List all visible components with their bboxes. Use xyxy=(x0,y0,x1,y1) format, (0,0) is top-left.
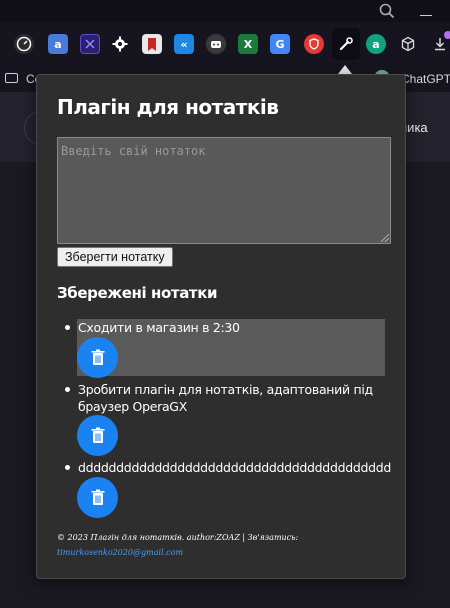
note-text: dddddddddddddddddddddddddddddddddddddddd… xyxy=(78,460,392,475)
excel-icon[interactable]: X xyxy=(238,34,258,54)
note-text: Зробити плагін для нотатків, адаптований… xyxy=(78,382,373,414)
double-chevron-icon[interactable]: « xyxy=(174,34,194,54)
note-text: Сходити в магазин в 2:30 xyxy=(78,320,240,335)
trash-icon xyxy=(91,489,104,505)
list-item: Зробити плагін для нотатків, адаптований… xyxy=(65,381,385,415)
list-item: Сходити в магазин в 2:30 xyxy=(65,319,385,376)
chatgpt-icon[interactable]: a xyxy=(366,34,386,54)
popup-title: Плагін для нотатків xyxy=(57,95,279,119)
bullet xyxy=(65,465,70,470)
footer-text: © 2023 Плагін для нотатків. author:ZOAZ … xyxy=(57,533,299,542)
bullet xyxy=(65,387,70,392)
delete-note-button[interactable] xyxy=(77,477,118,518)
shield-icon[interactable] xyxy=(304,34,324,54)
save-note-button[interactable]: Зберегти нотатку xyxy=(57,247,173,267)
notes-popup: Плагін для нотатків Зберегти нотатку Збе… xyxy=(36,74,406,579)
list-item: dddddddddddddddddddddddddddddddddddddddd… xyxy=(65,459,392,476)
bookmark-label[interactable]: ChatGPT xyxy=(401,72,450,86)
browser-title-bar xyxy=(0,0,450,22)
bookmark-icon[interactable] xyxy=(142,34,162,54)
folder-icon xyxy=(5,73,18,83)
resize-grip-icon[interactable] xyxy=(381,234,389,242)
trash-icon xyxy=(91,427,104,443)
google-translate-icon[interactable]: G xyxy=(270,34,290,54)
cube-icon[interactable] xyxy=(398,34,418,54)
speedometer-icon[interactable] xyxy=(14,34,34,54)
crossed-box-icon[interactable] xyxy=(80,34,100,54)
delete-note-button[interactable] xyxy=(77,415,118,456)
notification-dot xyxy=(444,31,450,39)
robot-icon[interactable] xyxy=(206,34,226,54)
saved-notes-heading: Збережені нотатки xyxy=(57,284,218,302)
popup-footer: © 2023 Плагін для нотатків. author:ZOAZ … xyxy=(57,530,397,560)
search-icon[interactable] xyxy=(378,2,396,20)
note-input[interactable] xyxy=(57,137,391,244)
wrench-icon[interactable] xyxy=(336,34,356,54)
delete-note-button[interactable] xyxy=(77,337,118,378)
gear-icon[interactable] xyxy=(110,34,130,54)
minimize-icon[interactable] xyxy=(420,15,432,16)
translate-icon[interactable]: a xyxy=(48,34,68,54)
trash-icon xyxy=(91,349,104,365)
footer-email-link[interactable]: timurkosenko2020@gmail.com xyxy=(57,545,397,560)
bullet xyxy=(65,325,70,330)
popup-arrow xyxy=(338,65,352,74)
